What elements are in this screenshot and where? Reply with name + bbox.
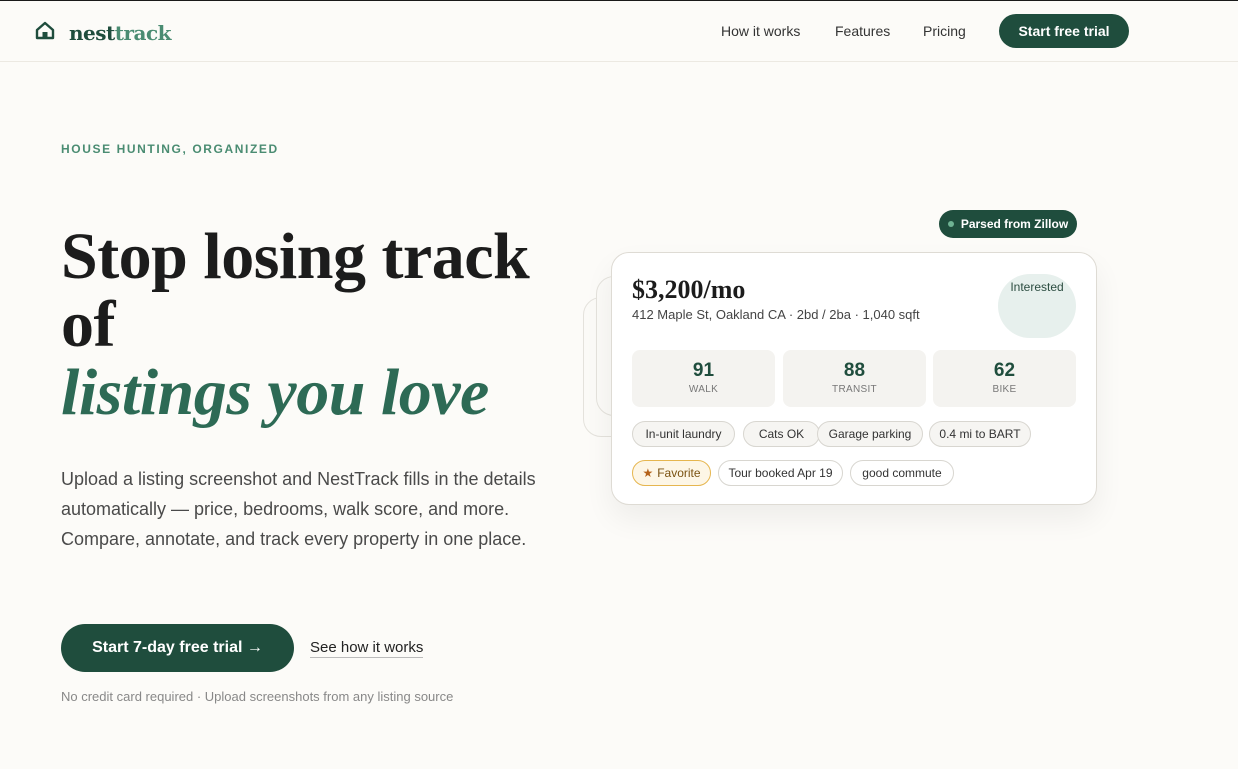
start-7-day-trial-button[interactable]: Start 7-day free trial → (61, 624, 294, 672)
status-badge[interactable]: Interested (998, 274, 1076, 338)
feature-chip: Cats OK (743, 421, 820, 447)
status-dot-icon (947, 221, 954, 227)
top-nav: nesttrack How it works Features Pricing … (0, 1, 1238, 62)
score-value: 62 (993, 360, 1016, 381)
note-tag[interactable]: good commute (850, 460, 954, 486)
hero-fineprint: No credit card required · Upload screens… (61, 689, 454, 704)
score-value: 88 (843, 360, 866, 381)
start-free-trial-button[interactable]: Start free trial (999, 14, 1129, 48)
score-label: WALK (688, 384, 719, 395)
brand-logo[interactable]: nesttrack (34, 20, 172, 46)
brand-name: nesttrack (69, 21, 172, 45)
bike-score: 62 BIKE (933, 350, 1076, 407)
hero-headline: Stop losing track of listings you love (61, 223, 561, 427)
listing-address: 412 Maple St, Oakland CA · 2bd / 2ba · 1… (632, 307, 920, 322)
tour-tag[interactable]: Tour booked Apr 19 (718, 460, 843, 486)
parsed-source-badge: Parsed from Zillow (939, 210, 1077, 238)
headline-line: Stop losing track of (61, 220, 530, 361)
star-icon: ★ (642, 466, 654, 480)
tag-label: Favorite (657, 466, 701, 480)
see-how-it-works-link[interactable]: See how it works (310, 639, 424, 658)
nav-link-how-it-works[interactable]: How it works (721, 23, 800, 39)
feature-chip: Garage parking (817, 421, 923, 447)
nav-link-pricing[interactable]: Pricing (923, 23, 966, 39)
feature-chip: In-unit laundry (632, 421, 735, 447)
favorite-tag[interactable]: ★ Favorite (632, 460, 711, 486)
listing-card[interactable]: $3,200/mo 412 Maple St, Oakland CA · 2bd… (611, 252, 1097, 505)
score-value: 91 (692, 360, 715, 381)
headline-accent: listings you love (61, 356, 489, 429)
nav-link-features[interactable]: Features (835, 23, 890, 39)
hero-description: Upload a listing screenshot and NestTrac… (61, 469, 536, 549)
score-label: BIKE (992, 384, 1017, 395)
walk-score: 91 WALK (632, 350, 775, 407)
parsed-source-label: Parsed from Zillow (960, 217, 1069, 231)
feature-chip: 0.4 mi to BART (929, 421, 1031, 447)
hero-eyebrow: HOUSE HUNTING, ORGANIZED (61, 142, 279, 156)
score-label: TRANSIT (832, 384, 877, 395)
listing-price: $3,200/mo (632, 275, 746, 304)
transit-score: 88 TRANSIT (783, 350, 926, 407)
house-icon (34, 20, 56, 46)
